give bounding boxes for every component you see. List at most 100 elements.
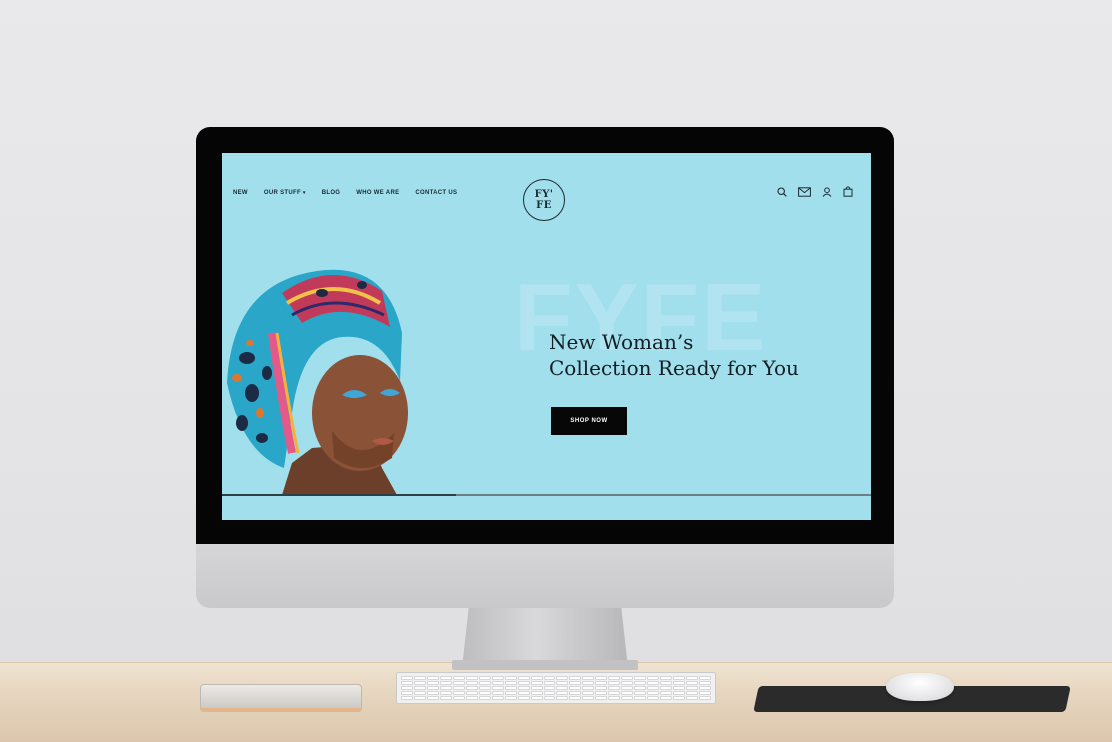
keyboard-key <box>426 686 439 690</box>
keyboard-key <box>491 681 504 685</box>
keyboard-key <box>465 686 478 690</box>
keyboard-key <box>543 681 556 685</box>
keyboard-key <box>465 696 478 700</box>
keyboard-key <box>556 686 569 690</box>
keyboard-key <box>660 681 673 685</box>
keyboard-key <box>582 696 595 700</box>
keyboard-key <box>465 681 478 685</box>
keyboard-key <box>595 696 608 700</box>
keyboard-key <box>439 691 452 695</box>
keyboard-key <box>452 696 465 700</box>
keyboard-key <box>478 691 491 695</box>
keyboard-key <box>660 676 673 680</box>
search-icon[interactable] <box>777 186 787 197</box>
keyboard-key <box>686 691 699 695</box>
keyboard-key <box>426 676 439 680</box>
nav-item-our-stuff[interactable]: OUR STUFF ▾ <box>264 190 306 196</box>
keyboard-key <box>401 676 413 680</box>
keyboard-key <box>621 686 634 690</box>
keyboard-key <box>634 676 647 680</box>
shop-now-button[interactable]: SHOP NOW <box>551 407 627 435</box>
monitor-stand-base <box>452 660 638 670</box>
keyboard-key <box>608 686 621 690</box>
nav-item-who-we-are[interactable]: WHO WE ARE <box>356 190 399 196</box>
hero-headline-line-1: New Woman’s <box>549 330 694 354</box>
keyboard-key <box>478 696 491 700</box>
keyboard-key <box>686 676 699 680</box>
keyboard-key <box>478 686 491 690</box>
keyboard-key <box>426 691 439 695</box>
tablet-edge <box>200 708 362 712</box>
monitor-stand <box>462 608 628 668</box>
keyboard-key <box>634 691 647 695</box>
main-nav: NEW OUR STUFF ▾ BLOG WHO WE ARE CONTACT … <box>233 190 457 196</box>
keyboard-key <box>660 686 673 690</box>
brand-logo[interactable]: FY' FE <box>523 179 565 221</box>
keyboard-key <box>439 686 452 690</box>
keyboard-key <box>673 681 686 685</box>
website-screen: FYFE NEW OUR STUFF ▾ BLOG WHO WE ARE CON… <box>222 153 871 520</box>
logo-line-2: FE <box>536 200 552 211</box>
keyboard-key <box>608 676 621 680</box>
keyboard-key <box>699 696 711 700</box>
monitor-chin <box>196 544 894 608</box>
keyboard-key <box>556 696 569 700</box>
keyboard-key <box>699 681 711 685</box>
keyboard-key <box>504 686 517 690</box>
keyboard-key <box>426 681 439 685</box>
keyboard-key <box>439 676 452 680</box>
nav-item-our-stuff-label: OUR STUFF <box>263 190 301 196</box>
keyboard-key <box>621 676 634 680</box>
chevron-down-icon: ▾ <box>302 190 306 196</box>
keyboard-key <box>413 691 426 695</box>
mail-icon[interactable] <box>798 186 811 197</box>
keyboard-key <box>452 686 465 690</box>
bag-icon[interactable] <box>843 186 853 197</box>
keyboard-key <box>660 691 673 695</box>
logo-line-1: FY' <box>534 189 554 200</box>
keyboard-key <box>491 691 504 695</box>
slide-progress-bar <box>222 494 871 496</box>
keyboard-key <box>647 691 660 695</box>
keyboard-key <box>673 696 686 700</box>
keyboard-key <box>504 691 517 695</box>
keyboard-key <box>673 691 686 695</box>
mouse <box>886 673 954 701</box>
keyboard-key <box>699 691 711 695</box>
keyboard-key <box>595 681 608 685</box>
keyboard-key <box>530 681 543 685</box>
keyboard-key <box>634 696 647 700</box>
keyboard-key <box>543 676 556 680</box>
keyboard-key <box>504 681 517 685</box>
keyboard-key <box>647 696 660 700</box>
hero-headline: New Woman’s Collection Ready for You <box>549 329 849 381</box>
keyboard <box>396 672 716 704</box>
keyboard-key <box>401 696 413 700</box>
keyboard-key <box>647 681 660 685</box>
keyboard-key <box>517 686 530 690</box>
keyboard-key <box>569 696 582 700</box>
keyboard-key <box>478 676 491 680</box>
keyboard-key <box>504 696 517 700</box>
keyboard-key <box>452 681 465 685</box>
nav-item-contact-us[interactable]: CONTACT US <box>415 190 457 196</box>
keyboard-key <box>556 691 569 695</box>
keyboard-key <box>595 691 608 695</box>
keyboard-key <box>686 686 699 690</box>
slide-progress-fill <box>222 494 456 496</box>
nav-item-new[interactable]: NEW <box>233 190 248 196</box>
keyboard-key <box>413 676 426 680</box>
keyboard-key <box>543 691 556 695</box>
keyboard-key <box>517 676 530 680</box>
keyboard-key <box>673 686 686 690</box>
keyboard-key <box>699 676 711 680</box>
keyboard-key <box>647 686 660 690</box>
keyboard-key <box>621 696 634 700</box>
keyboard-key <box>686 696 699 700</box>
nav-item-blog[interactable]: BLOG <box>322 190 341 196</box>
hero-headline-line-2: Collection Ready for You <box>549 356 799 380</box>
user-icon[interactable] <box>822 186 832 197</box>
keyboard-key <box>647 676 660 680</box>
keyboard-key <box>543 686 556 690</box>
keyboard-key <box>634 686 647 690</box>
